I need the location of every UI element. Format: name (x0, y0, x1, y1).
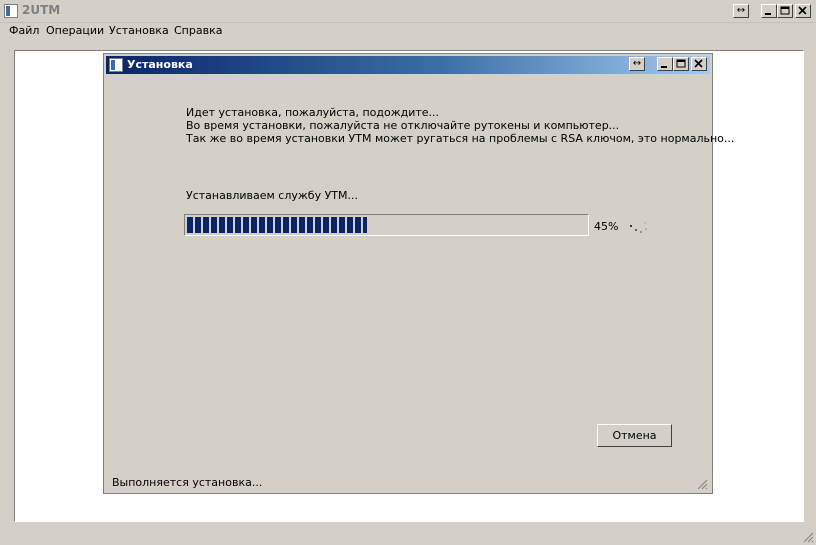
window-titlebar[interactable] (0, 0, 816, 23)
resize-grip-icon[interactable] (802, 531, 814, 543)
maximize-icon (676, 59, 686, 68)
progress-fill (187, 217, 367, 233)
close-button[interactable] (795, 4, 811, 18)
dialog-title: Установка (127, 58, 193, 71)
minimize-icon (765, 13, 771, 15)
menu-operations[interactable]: Операции (46, 24, 104, 37)
status-text: Выполняется установка... (112, 476, 263, 489)
menu-file[interactable]: Файл (9, 24, 39, 37)
menu-help[interactable]: Справка (174, 24, 222, 37)
install-message-2: Во время установки, пожалуйста не отключ… (186, 119, 620, 132)
maximize-button[interactable] (777, 4, 793, 18)
menu-install[interactable]: Установка (109, 24, 169, 37)
spinner-icon (630, 222, 647, 233)
dialog-minimize-button[interactable] (657, 57, 673, 71)
resize-arrows-icon: ↔ (632, 58, 642, 69)
close-icon (798, 6, 807, 15)
progress-bar (184, 214, 589, 236)
close-icon (694, 59, 703, 68)
install-message-3: Так же во время установки УТМ может руга… (186, 132, 735, 145)
minimize-button[interactable] (761, 4, 777, 18)
restore-size-button[interactable]: ↔ (733, 4, 749, 18)
resize-arrows-icon: ↔ (736, 5, 746, 16)
dialog-close-button[interactable] (691, 57, 707, 71)
minimize-icon (661, 66, 667, 68)
dialog-restore-size-button[interactable]: ↔ (629, 57, 645, 71)
step-label: Устанавливаем службу УТМ... (186, 189, 358, 202)
app-icon (109, 58, 123, 72)
app-icon (4, 4, 18, 18)
resize-grip-icon[interactable] (696, 478, 708, 490)
dialog-maximize-button[interactable] (673, 57, 689, 71)
maximize-icon (780, 6, 790, 15)
cancel-button[interactable]: Отмена (597, 424, 672, 447)
dialog-titlebar[interactable] (106, 56, 710, 74)
window-title: 2UTM (22, 3, 61, 17)
install-message-1: Идет установка, пожалуйста, подождите... (186, 106, 440, 119)
progress-percent: 45% (594, 220, 619, 233)
